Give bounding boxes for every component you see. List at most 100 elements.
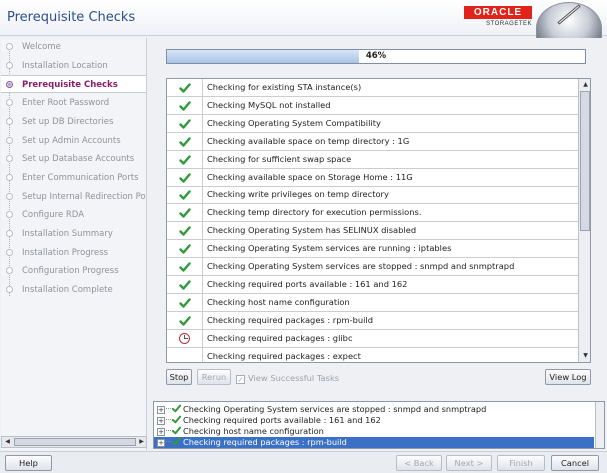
view-successful-tasks-label: View Successful Tasks: [248, 373, 340, 383]
sidebar-item-label: Set up Admin Accounts: [22, 135, 121, 146]
next-button[interactable]: Next >: [446, 455, 492, 471]
storagetek-label: STORAGETEK: [486, 21, 532, 27]
checks-vertical-scrollbar[interactable]: ▲ ▼: [578, 79, 590, 362]
table-row[interactable]: Checking write privileges on temp direct…: [167, 186, 578, 205]
log-vertical-scrollbar[interactable]: [595, 402, 604, 448]
scrollbar-thumb[interactable]: [580, 91, 590, 231]
check-icon: [178, 225, 191, 237]
table-row[interactable]: Checking temp directory for execution pe…: [167, 204, 578, 223]
view-log-button[interactable]: View Log: [545, 369, 591, 385]
rerun-button[interactable]: Rerun: [197, 369, 231, 385]
stop-button[interactable]: Stop: [166, 369, 192, 385]
table-row[interactable]: Checking required packages : expect: [167, 347, 578, 362]
status-cell: [167, 79, 203, 96]
sidebar-item-label: Enter Root Password: [22, 98, 110, 109]
sidebar-item-label: Welcome: [22, 42, 61, 52]
tree-connector: [166, 408, 171, 409]
log-entry[interactable]: + Checking required packages : rpm-build: [154, 437, 594, 448]
expand-icon[interactable]: +: [157, 439, 165, 447]
checkbox-icon[interactable]: ✓: [236, 375, 245, 384]
status-cell: [167, 168, 203, 186]
check-description: Checking required ports available : 161 …: [207, 278, 408, 289]
table-row[interactable]: Checking required ports available : 161 …: [167, 275, 578, 294]
check-icon: [178, 82, 191, 94]
table-row[interactable]: Checking MySQL not installed: [167, 96, 578, 115]
check-description: Checking required packages : glibc: [207, 332, 353, 343]
view-successful-tasks-checkbox[interactable]: ✓ View Successful Tasks: [236, 371, 339, 385]
help-button[interactable]: Help: [5, 455, 52, 471]
sidebar-item-label: Configure RDA: [22, 210, 85, 221]
check-description: Checking MySQL not installed: [207, 99, 331, 110]
header: Prerequisite Checks ORACLE STORAGETEK: [0, 0, 607, 54]
table-row[interactable]: Checking host name configuration: [167, 293, 578, 312]
scroll-left-arrow-icon[interactable]: ◀: [2, 437, 13, 447]
table-row[interactable]: Checking required packages : glibc: [167, 329, 578, 348]
expand-icon[interactable]: +: [157, 417, 165, 425]
table-row[interactable]: Checking Operating System services are r…: [167, 240, 578, 259]
sidebar-item[interactable]: Welcome: [1, 38, 146, 56]
sidebar-item-label: Installation Progress: [22, 247, 109, 258]
sidebar-item[interactable]: Enter Communication Ports: [1, 169, 146, 187]
scrollbar-thumb[interactable]: [14, 438, 136, 446]
status-cell: [167, 347, 203, 362]
sidebar-item[interactable]: Enter Root Password: [1, 94, 146, 112]
sidebar-item[interactable]: Set up Admin Accounts: [1, 132, 146, 150]
sidebar-item-label: Setup Internal Redirection Port: [22, 191, 147, 202]
check-description: Checking temp directory for execution pe…: [207, 207, 422, 218]
log-entry[interactable]: + Checking host name configuration: [154, 426, 594, 437]
scroll-down-arrow-icon[interactable]: ▼: [580, 351, 590, 361]
oracle-logo: ORACLE: [464, 6, 532, 19]
check-icon: [171, 404, 182, 413]
sidebar-item[interactable]: Setup Internal Redirection Port: [1, 188, 147, 206]
step-status-icon: [6, 136, 13, 144]
cancel-button[interactable]: Cancel: [551, 455, 599, 471]
sidebar-item[interactable]: Set up Database Accounts: [1, 150, 146, 168]
step-status-icon: [6, 230, 13, 237]
check-description: Checking available space on temp directo…: [207, 135, 410, 146]
sidebar-item-label: Installation Complete: [22, 285, 113, 296]
table-row[interactable]: Checking Operating System has SELINUX di…: [167, 222, 578, 241]
log-entry-text: Checking required ports available : 161 …: [183, 415, 381, 425]
table-row[interactable]: Checking Operating System Compatibility: [167, 114, 578, 133]
status-cell: [167, 114, 203, 132]
sidebar-item-label: Set up DB Directories: [22, 116, 114, 127]
progress-bar: 46%: [166, 49, 586, 64]
check-icon: [171, 437, 182, 446]
sidebar-item[interactable]: Configuration Progress: [1, 262, 146, 280]
check-description: Checking Operating System services are s…: [207, 261, 515, 271]
sidebar-item[interactable]: Installation Summary: [1, 225, 146, 243]
checks-table: ▲ ▼ Checking for existing STA instance(s…: [166, 78, 591, 363]
table-row[interactable]: Checking for existing STA instance(s): [167, 79, 578, 97]
table-row[interactable]: Checking available space on temp directo…: [167, 132, 578, 151]
sidebar-item[interactable]: Prerequisite Checks: [1, 75, 146, 94]
sidebar-item[interactable]: Installation Progress: [1, 244, 146, 262]
finish-button[interactable]: Finish: [497, 455, 545, 471]
log-entry[interactable]: + Checking Operating System services are …: [154, 404, 594, 415]
sidebar-item[interactable]: Installation Location: [1, 57, 146, 75]
table-row[interactable]: Checking for sufficient swap space: [167, 150, 578, 169]
clock-icon: [179, 332, 190, 344]
progress-percent: 46%: [365, 51, 387, 61]
sidebar-item[interactable]: Configure RDA: [1, 206, 146, 224]
check-icon: [178, 243, 191, 255]
sidebar-item[interactable]: Installation Complete: [1, 281, 146, 299]
back-button[interactable]: < Back: [396, 455, 442, 471]
table-row[interactable]: Checking Operating System services are s…: [167, 258, 578, 276]
log-entry[interactable]: + Checking required ports available : 161…: [154, 415, 594, 426]
step-status-icon: [6, 267, 13, 275]
scroll-right-arrow-icon[interactable]: ▶: [136, 437, 147, 447]
tree-connector: [166, 419, 171, 420]
check-icon: [178, 189, 191, 201]
expand-icon[interactable]: +: [157, 428, 165, 436]
status-cell: [167, 204, 203, 222]
check-icon: [178, 100, 191, 112]
sidebar-item[interactable]: Set up DB Directories: [1, 113, 146, 131]
sidebar-horizontal-scrollbar[interactable]: ◀ ▶: [1, 436, 147, 448]
expand-icon[interactable]: +: [157, 406, 165, 414]
check-description: Checking required packages : expect: [207, 350, 361, 361]
check-description: Checking for sufficient swap space: [207, 153, 352, 164]
check-description: Checking for existing STA instance(s): [207, 82, 362, 92]
table-row[interactable]: Checking available space on Storage Home…: [167, 168, 578, 187]
table-row[interactable]: Checking required packages : rpm-build: [167, 311, 578, 330]
scroll-up-arrow-icon[interactable]: ▲: [580, 80, 590, 90]
